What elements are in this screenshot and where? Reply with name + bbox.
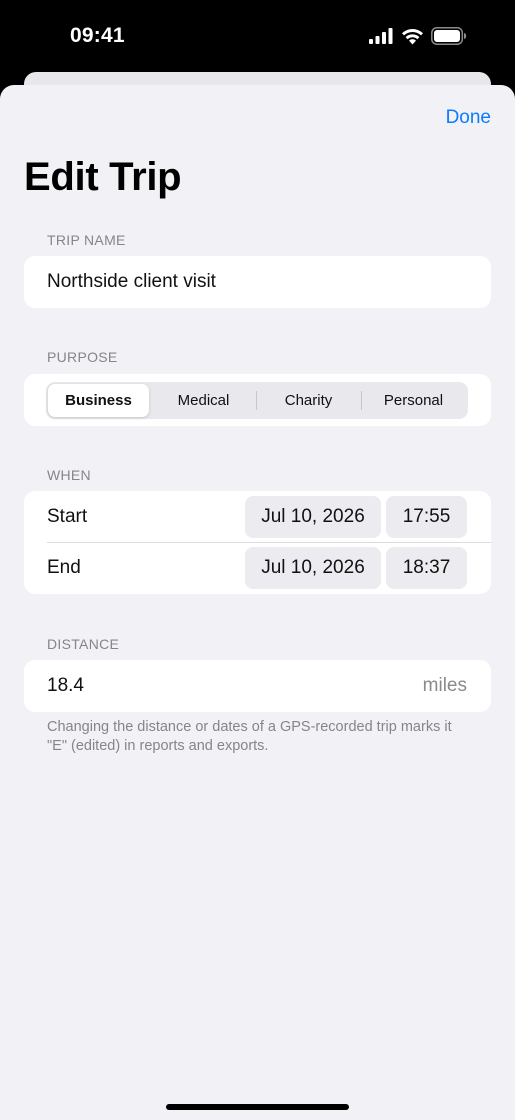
home-indicator [166,1104,349,1110]
distance-field[interactable]: 18.4 [47,675,84,697]
end-label: End [47,557,81,578]
wifi-icon [402,28,423,44]
start-label: Start [47,506,88,527]
segment-medical[interactable]: Medical [153,384,254,417]
end-date-picker[interactable]: Jul 10, 2026 [245,547,381,589]
end-time-picker[interactable]: 18:37 [386,547,467,589]
trip-name-card [24,256,491,308]
segment-divider [361,391,362,410]
distance-footnote: Changing the distance or dates of a GPS-… [47,719,452,754]
segment-personal[interactable]: Personal [363,384,464,417]
status-icons [369,27,467,45]
battery-icon [431,27,467,45]
status-time: 09:41 [70,24,125,47]
edit-trip-sheet: Done Edit Trip TRIP NAME PURPOSE Busines… [0,85,515,1120]
purpose-segmented-control: Business Medical Charity Personal [46,382,468,419]
cellular-signal-icon [369,28,393,44]
start-time-picker[interactable]: 17:55 [386,496,467,538]
purpose-card: Business Medical Charity Personal [24,374,491,426]
distance-card[interactable]: 18.4 miles [24,660,491,712]
distance-header: DISTANCE [47,636,120,652]
segment-business[interactable]: Business [48,384,149,417]
row-divider [47,542,491,543]
when-header: WHEN [47,467,91,483]
start-date-picker[interactable]: Jul 10, 2026 [245,496,381,538]
segment-charity[interactable]: Charity [258,384,359,417]
purpose-header: PURPOSE [47,349,118,365]
when-card: Start Jul 10, 2026 17:55 End Jul 10, 202… [24,491,491,594]
done-button[interactable]: Done [446,107,491,129]
page-title: Edit Trip [24,155,182,199]
trip-name-header: TRIP NAME [47,232,126,248]
distance-unit: miles [422,675,467,696]
status-bar: 09:41 [0,0,515,72]
trip-name-field[interactable] [47,256,467,308]
segment-divider [256,391,257,410]
